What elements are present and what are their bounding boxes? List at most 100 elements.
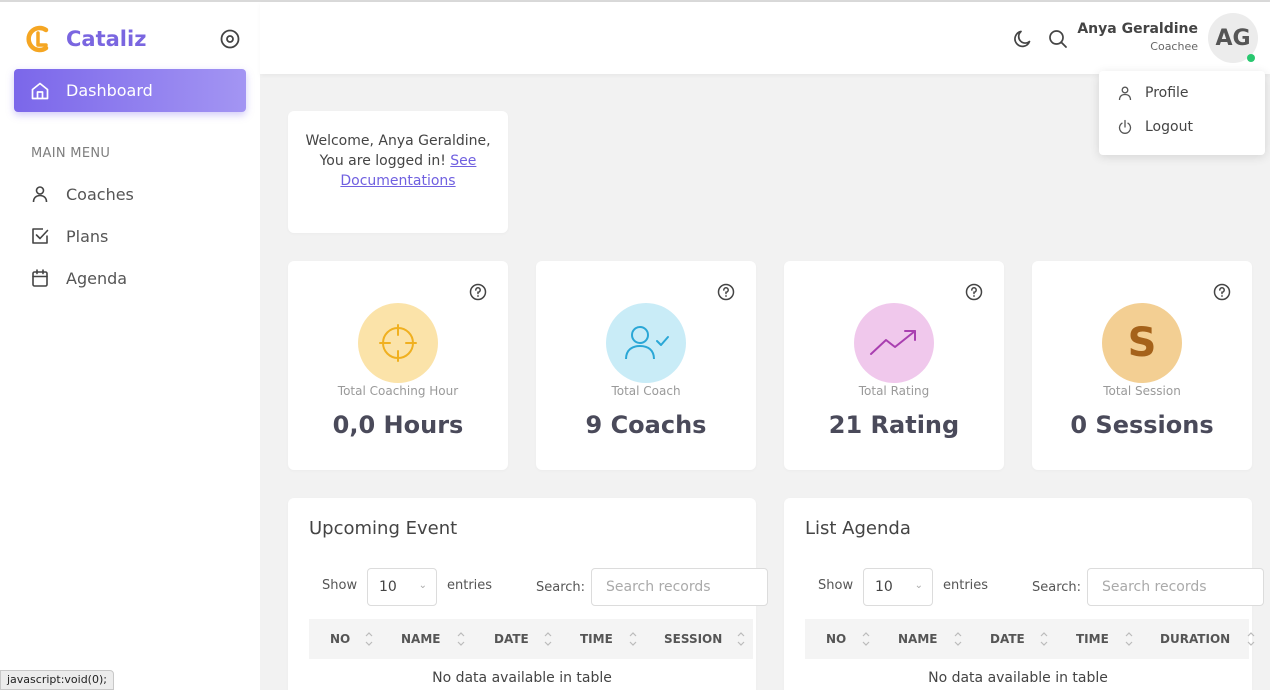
brand-name: Cataliz [66, 27, 147, 51]
sidebar-item-coaches[interactable]: Coaches [30, 181, 134, 207]
online-status-dot [1247, 54, 1255, 62]
user-icon [1118, 86, 1132, 101]
upcoming-event-card: Upcoming Event Show 10 ⌄ entries Search:… [288, 498, 768, 690]
sort-icon [1040, 632, 1048, 646]
table-header: NO NAME DATE TIME DURATION [805, 619, 1255, 659]
column-header-date[interactable]: DATE [494, 619, 529, 659]
sort-icon [1125, 632, 1133, 646]
calendar-icon [32, 269, 48, 287]
brand[interactable]: Cataliz [24, 24, 146, 54]
entries-label: entries [447, 578, 493, 593]
show-label: Show [322, 578, 358, 593]
show-label: Show [818, 578, 854, 593]
search-input[interactable] [1087, 568, 1264, 606]
cataliz-logo-icon [26, 25, 49, 53]
sort-icon [1247, 632, 1255, 646]
entries-select-value: 10 [875, 579, 893, 595]
entries-select-value: 10 [379, 579, 397, 595]
menu-item-label: Logout [1145, 119, 1193, 135]
stat-value: 0 Sessions [1070, 411, 1214, 439]
home-icon [31, 82, 49, 99]
search-input[interactable] [591, 568, 768, 606]
column-label: SESSION [664, 632, 723, 646]
sidebar-item-label: Plans [66, 226, 109, 246]
column-label: DURATION [1160, 632, 1231, 646]
column-label: NO [826, 632, 847, 646]
list-agenda-card: List Agenda Show 10 ⌄ entries Search: NO… [784, 498, 1264, 690]
menu-item-label: Profile [1145, 85, 1189, 101]
entries-label: entries [943, 578, 989, 593]
column-header-name[interactable]: NAME [401, 619, 440, 659]
entries-select[interactable]: 10 ⌄ [863, 568, 933, 606]
search-icon[interactable] [1047, 28, 1069, 50]
sidebar-item-dashboard[interactable]: Dashboard [14, 69, 246, 112]
trending-up-icon [870, 330, 916, 355]
column-header-session[interactable]: SESSION [664, 619, 722, 659]
stat-caption: Total Coach [611, 384, 681, 398]
user-dropdown-menu: Profile Logout [1099, 71, 1265, 155]
column-label: NAME [401, 632, 441, 646]
user-name[interactable]: Anya Geraldine [1077, 21, 1198, 37]
chevron-down-icon: ⌄ [418, 580, 427, 591]
moon-icon[interactable] [1012, 28, 1034, 50]
sidebar-item-plans[interactable]: Plans [30, 223, 108, 249]
s-letter-icon: S [1127, 320, 1157, 366]
search-label: Search: [1032, 580, 1082, 595]
user-check-icon [625, 326, 669, 360]
column-header-duration[interactable]: DURATION [1160, 619, 1230, 659]
stat-caption: Total Rating [858, 384, 930, 398]
stat-icon-circle [358, 303, 438, 383]
stat-value: 0,0 Hours [332, 411, 464, 439]
sidebar-toggle-icon[interactable] [219, 28, 241, 50]
top-header: Anya Geraldine Coachee AG [260, 2, 1270, 74]
sidebar-item-label: Agenda [66, 268, 128, 288]
column-label: TIME [1076, 632, 1109, 646]
stat-card-total-session: S Total Session 0 Sessions [1032, 261, 1252, 470]
sort-icon [544, 632, 552, 646]
help-icon[interactable] [469, 283, 487, 301]
stat-icon-circle [606, 303, 686, 383]
stat-value: 9 Coachs [585, 411, 707, 439]
sort-icon [629, 632, 637, 646]
sort-icon [954, 632, 962, 646]
user-icon [32, 186, 48, 203]
column-label: DATE [990, 632, 1025, 646]
column-label: NAME [898, 632, 938, 646]
card-title: List Agenda [805, 518, 911, 539]
chevron-down-icon: ⌄ [914, 580, 923, 591]
stat-card-total-rating: Total Rating 21 Rating [784, 261, 1004, 470]
entries-select[interactable]: 10 ⌄ [367, 568, 437, 606]
help-icon[interactable] [965, 283, 983, 301]
column-header-date[interactable]: DATE [990, 619, 1025, 659]
stat-icon-circle: S [1102, 303, 1182, 383]
sort-icon [862, 632, 870, 646]
stat-caption: Total Coaching Hour [337, 384, 459, 398]
column-label: DATE [494, 632, 529, 646]
sort-icon [737, 632, 745, 646]
menu-item-logout[interactable]: Logout [1117, 119, 1193, 135]
target-icon [379, 324, 417, 362]
column-header-time[interactable]: TIME [1076, 619, 1109, 659]
menu-section-title: MAIN MENU [31, 146, 111, 161]
power-icon [1118, 119, 1132, 134]
welcome-card: Welcome, Anya Geraldine, You are logged … [288, 111, 508, 233]
sidebar-item-label: Coaches [66, 184, 134, 204]
help-icon[interactable] [1213, 283, 1231, 301]
empty-table-message: No data available in table [928, 670, 1108, 686]
help-icon[interactable] [717, 283, 735, 301]
menu-item-profile[interactable]: Profile [1117, 85, 1189, 101]
sidebar: Cataliz Dashboard MAIN MENU Coaches Plan… [0, 2, 260, 690]
column-header-no[interactable]: NO [826, 619, 846, 659]
column-header-time[interactable]: TIME [580, 619, 613, 659]
column-header-name[interactable]: NAME [898, 619, 937, 659]
empty-table-message: No data available in table [432, 670, 612, 686]
column-label: NO [330, 632, 351, 646]
stat-card-total-coach: Total Coach 9 Coachs [536, 261, 756, 470]
browser-status-bar: javascript:void(0); [0, 670, 114, 690]
sidebar-item-agenda[interactable]: Agenda [30, 265, 127, 291]
sort-icon [457, 632, 465, 646]
stat-caption: Total Session [1103, 384, 1181, 398]
column-label: TIME [580, 632, 613, 646]
checkbox-icon [32, 228, 49, 244]
column-header-no[interactable]: NO [330, 619, 350, 659]
